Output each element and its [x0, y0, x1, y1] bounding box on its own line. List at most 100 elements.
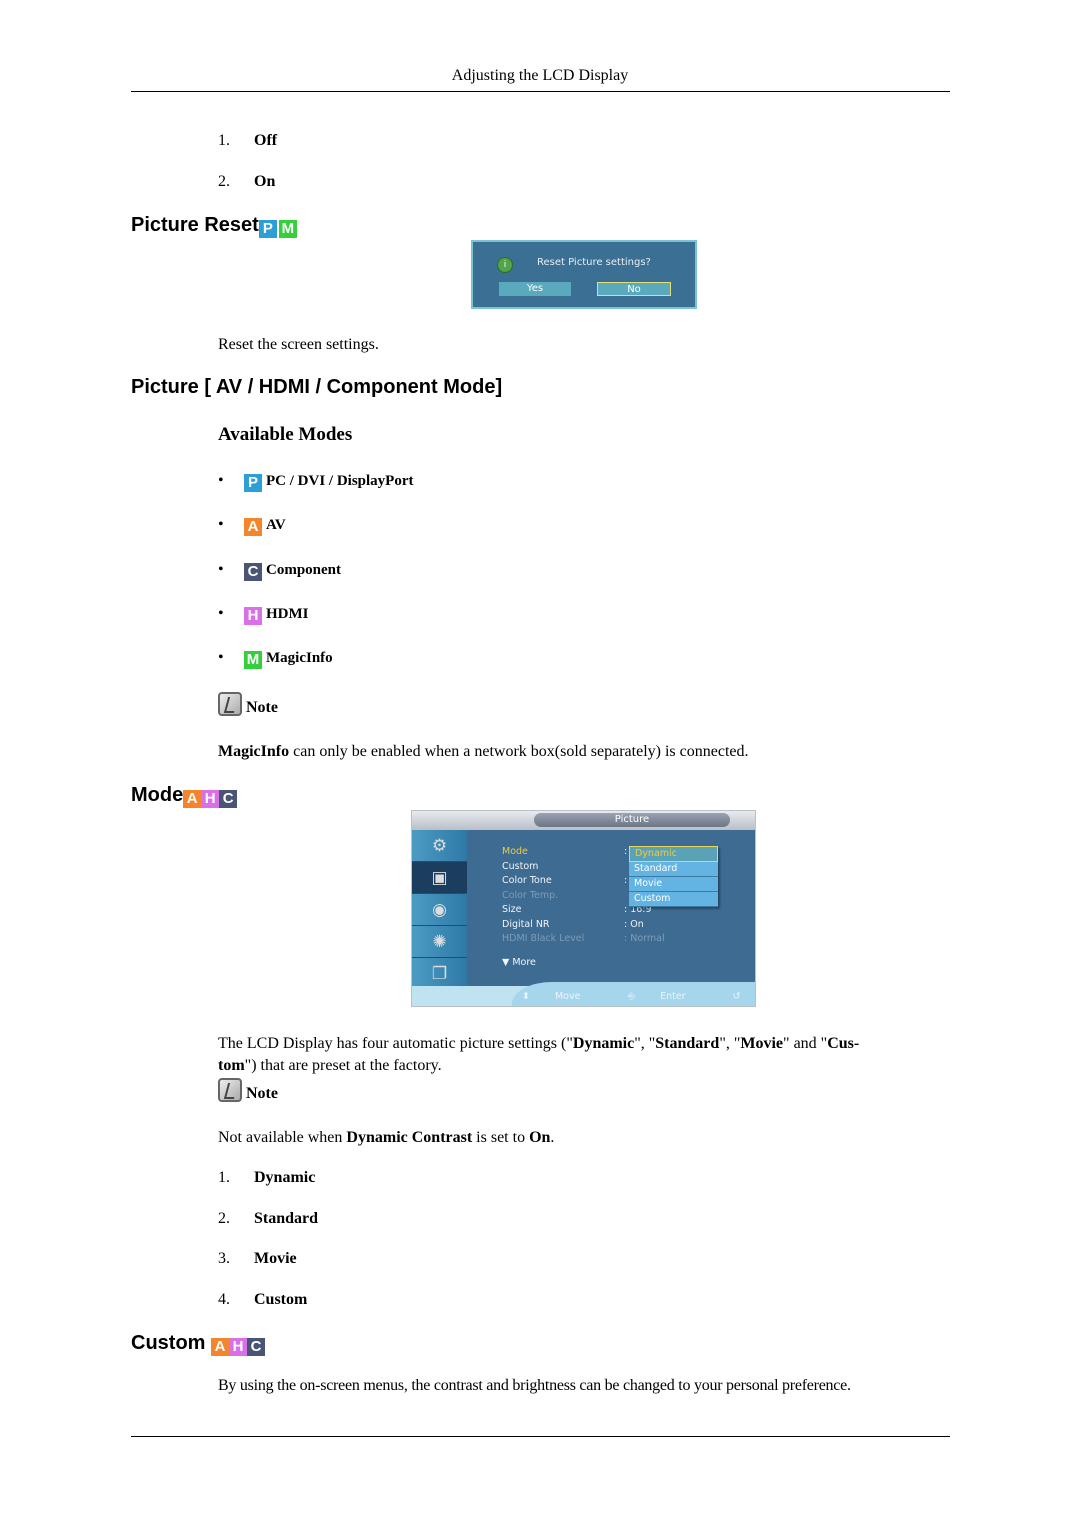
dropdown-option-dynamic[interactable]: Dynamic	[629, 846, 718, 862]
mode-badge-a-icon: A	[244, 518, 262, 536]
input-icon[interactable]: ⚙	[412, 830, 467, 862]
row-label: Digital NR	[502, 918, 550, 930]
row-label: HDMI Black Level	[502, 933, 585, 944]
mode-badge-h-icon: H	[201, 790, 220, 808]
heading-text: Custom	[131, 1332, 206, 1354]
note-bold: MagicInfo	[218, 743, 290, 760]
mode-label: PC / DVI / DisplayPort	[266, 473, 414, 489]
heading-text: Mode	[131, 784, 184, 806]
osd-more[interactable]: ▼ More	[502, 957, 536, 968]
row-label: Color Tone	[502, 875, 552, 886]
more-label: More	[512, 957, 536, 968]
section-heading-mode: Mode A H C	[131, 784, 238, 808]
bold-text: On	[529, 1129, 551, 1146]
dropdown-option-standard[interactable]: Standard	[629, 862, 718, 877]
mode-label: MagicInfo	[266, 650, 333, 666]
bullet: •	[218, 649, 224, 666]
mode-badge-c-icon: C	[244, 563, 262, 581]
enter-icon: ⎆	[627, 991, 639, 1002]
bullet: •	[218, 561, 224, 578]
mode-badge-p-icon: P	[244, 474, 262, 492]
note-heading: Note	[218, 1078, 278, 1103]
mode-list-item: • H HDMI	[218, 605, 309, 625]
dropdown-option-movie[interactable]: Movie	[629, 877, 718, 892]
setup-icon[interactable]: ✺	[412, 926, 467, 958]
mode-badge-c-icon: C	[247, 1338, 266, 1356]
list-number: 1.	[218, 132, 230, 149]
mode-badge-m-icon: M	[278, 220, 297, 238]
picture-osd-menu: Picture ⚙ ▣ ◉ ✺ ❐ Mode: Custom Color Ton…	[411, 810, 756, 1007]
list-label: Standard	[254, 1210, 319, 1227]
header-rule	[131, 91, 950, 92]
reset-picture-dialog: i Reset Picture settings? Yes No	[471, 240, 697, 309]
mode-label: Component	[266, 562, 342, 578]
bold-text: Standard	[655, 1035, 720, 1052]
list-item: 1. Dynamic	[218, 1169, 315, 1187]
bold-text: Dynamic Contrast	[346, 1129, 473, 1146]
sound-icon[interactable]: ◉	[412, 894, 467, 926]
mode-badge-p-icon: P	[258, 220, 277, 238]
text: ", "	[634, 1035, 656, 1052]
triangle-down-icon: ▼	[502, 957, 513, 968]
row-value: : On	[624, 918, 644, 930]
yes-button[interactable]: Yes	[499, 282, 571, 296]
list-number: 3.	[218, 1250, 230, 1267]
return-icon: ↺	[732, 991, 744, 1002]
hint-label: Move	[554, 991, 581, 1002]
list-label: Dynamic	[254, 1169, 316, 1186]
section-heading-picture-modes: Picture [ AV / HDMI / Component Mode]	[131, 376, 503, 398]
row-value: :	[624, 846, 628, 857]
mode-list-item: • A AV	[218, 516, 286, 536]
footer-hint-return: ↺ Return	[732, 991, 755, 1002]
bullet: •	[218, 472, 224, 489]
mode-label: AV	[266, 517, 286, 533]
mode-badge-m-icon: M	[244, 651, 262, 669]
note-label: Note	[246, 1085, 278, 1102]
mode-badge-a-icon: A	[211, 1338, 230, 1356]
note-icon	[218, 1078, 242, 1102]
list-label: Custom	[254, 1291, 308, 1308]
osd-row-digital-nr[interactable]: Digital NR : On	[502, 919, 742, 933]
text: is set to	[472, 1129, 530, 1146]
text: " and "	[783, 1035, 828, 1052]
section-heading-picture-reset: Picture Reset P M	[131, 214, 297, 238]
row-label: Size	[502, 904, 522, 915]
page-header-title: Adjusting the LCD Display	[451, 67, 629, 84]
list-item: 1. Off	[218, 132, 277, 150]
row-value: : Normal	[624, 933, 665, 944]
dropdown-option-custom[interactable]: Custom	[629, 892, 718, 907]
list-number: 1.	[218, 1169, 230, 1186]
osd-title: Picture	[534, 813, 730, 827]
available-modes-heading: Available Modes	[218, 424, 353, 445]
bold-text: tom	[218, 1057, 245, 1074]
footer-hint-enter: ⎆ Enter	[628, 991, 708, 1002]
dynamic-contrast-note: Not available when Dynamic Contrast is s…	[218, 1129, 554, 1147]
note-label: Note	[246, 699, 278, 716]
list-item: 2. Standard	[218, 1210, 318, 1228]
picture-reset-description: Reset the screen settings.	[218, 336, 379, 353]
mode-dropdown[interactable]: Dynamic Standard Movie Custom	[629, 846, 718, 907]
footer-hint-move: ⬍ Move	[522, 991, 602, 1002]
list-number: 4.	[218, 1291, 230, 1308]
hint-label: Enter	[660, 991, 686, 1002]
note-heading: Note	[218, 692, 278, 717]
mode-badge-h-icon: H	[244, 607, 262, 625]
mode-list-item: • M MagicInfo	[218, 649, 333, 669]
bullet: •	[218, 516, 224, 533]
bold-text: Movie	[740, 1035, 784, 1052]
no-button[interactable]: No	[597, 282, 671, 296]
mode-badge-h-icon: H	[229, 1338, 248, 1356]
heading-text: Picture Reset	[131, 214, 259, 236]
picture-icon[interactable]: ▣	[412, 862, 467, 894]
list-label: Off	[254, 132, 278, 149]
row-label: Custom	[502, 860, 539, 872]
text: .	[550, 1129, 555, 1146]
text: ", "	[719, 1035, 741, 1052]
list-item: 3. Movie	[218, 1250, 297, 1268]
section-heading-custom: Custom AHC	[131, 1332, 266, 1356]
info-icon: i	[497, 257, 513, 273]
list-number: 2.	[218, 173, 230, 190]
list-label: Movie	[254, 1250, 297, 1267]
bullet: •	[218, 605, 224, 622]
custom-description: By using the on-screen menus, the contra…	[218, 1377, 851, 1394]
